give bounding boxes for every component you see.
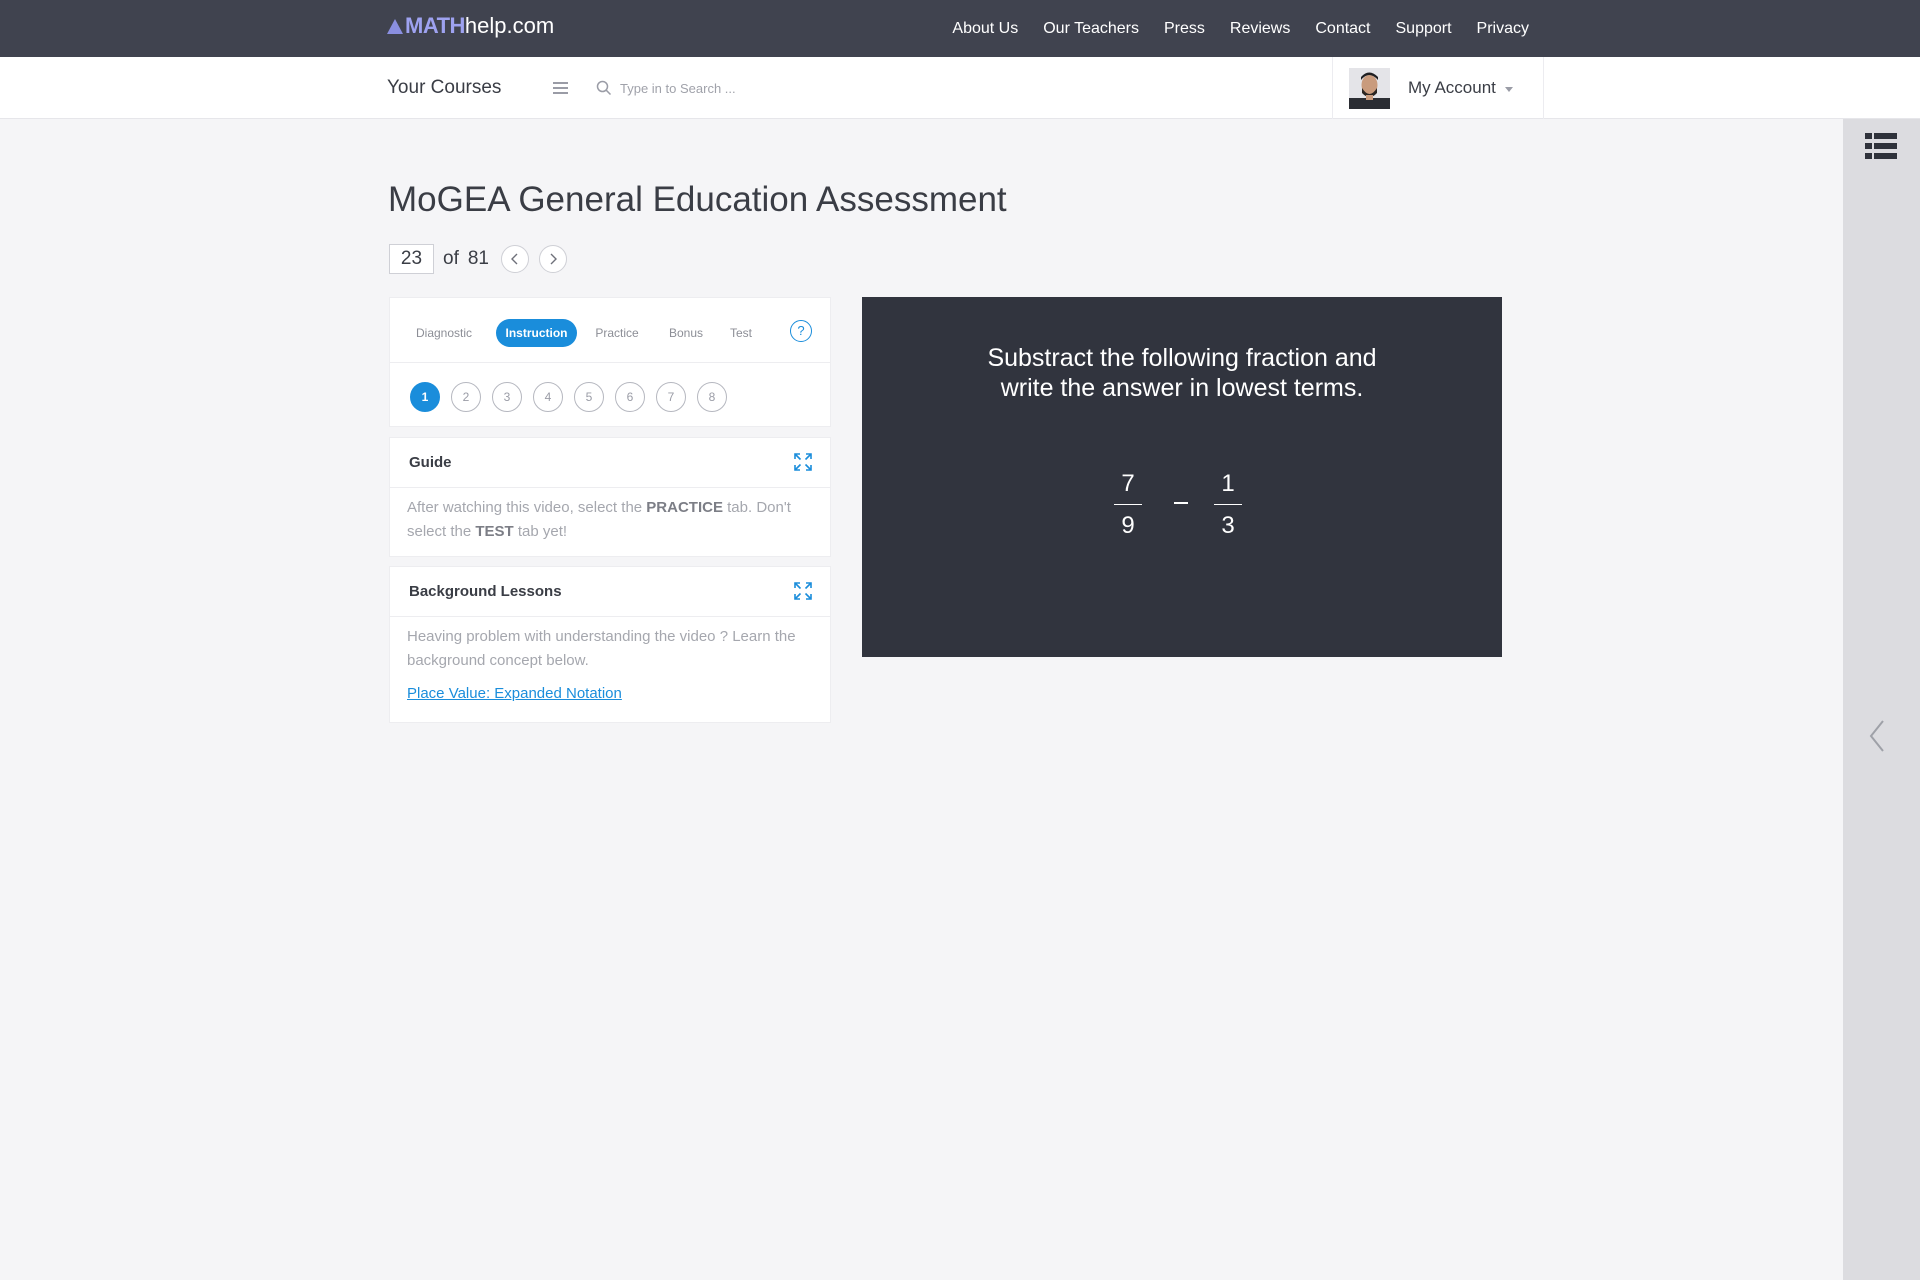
fraction-b: 1 3 [1214,469,1242,541]
my-account-menu[interactable]: My Account [1332,57,1544,119]
current-page-input[interactable]: 23 [389,244,434,274]
top-navbar: MATH help.com About Us Our Teachers Pres… [0,0,1920,57]
chevron-right-icon [550,253,557,265]
nav-about-us[interactable]: About Us [952,20,1018,38]
help-icon[interactable]: ? [790,320,812,342]
background-lessons-text: Heaving problem with understanding the v… [407,628,796,669]
menu-icon[interactable] [553,82,568,94]
step-7-button[interactable]: 7 [656,382,686,412]
background-lessons-header: Background Lessons [390,567,830,617]
your-courses-link[interactable]: Your Courses [387,77,501,99]
page-title: MoGEA General Education Assessment [388,180,1007,219]
tab-bonus[interactable]: Bonus [661,319,711,347]
logo-domain-text: help.com [464,13,555,38]
sub-header: Your Courses My Account [0,57,1920,119]
avatar [1349,67,1390,109]
background-lessons-title: Background Lessons [409,583,562,600]
tab-practice[interactable]: Practice [588,319,646,347]
right-sidebar [1843,119,1920,1280]
video-player[interactable]: Substract the following fraction and wri… [862,297,1502,657]
nav-contact[interactable]: Contact [1315,20,1370,38]
lesson-tabs: Diagnostic Instruction Practice Bonus Te… [390,298,830,363]
nav-privacy[interactable]: Privacy [1477,20,1529,38]
guide-card: Guide After watching this video, select … [389,437,831,557]
list-view-icon[interactable] [1865,133,1897,159]
step-1-button[interactable]: 1 [410,382,440,412]
my-account-label: My Account [1408,78,1496,97]
chevron-down-icon [1504,86,1513,92]
step-8-button[interactable]: 8 [697,382,727,412]
top-nav-links: About Us Our Teachers Press Reviews Cont… [952,0,1529,57]
previous-lesson-button[interactable] [501,245,529,273]
pager-of-label: of [443,248,459,269]
minus-sign [1174,502,1188,504]
step-2-button[interactable]: 2 [451,382,481,412]
tab-test[interactable]: Test [723,319,759,347]
fraction-a: 7 9 [1114,469,1142,541]
tab-instruction[interactable]: Instruction [496,319,577,347]
guide-text: After watching this video, select the PR… [407,499,791,540]
nav-press[interactable]: Press [1164,20,1205,38]
expand-icon[interactable] [794,582,812,600]
pager-total: 81 [467,248,489,269]
chevron-left-icon[interactable] [1869,719,1885,753]
logo-math-text: MATH [405,13,465,38]
nav-support[interactable]: Support [1396,20,1452,38]
search-icon [596,80,612,96]
nav-reviews[interactable]: Reviews [1230,20,1290,38]
expand-icon[interactable] [794,453,812,471]
next-lesson-button[interactable] [539,245,567,273]
chevron-left-icon [511,253,518,265]
mathhelp-logo[interactable]: MATH help.com [387,13,554,39]
background-lessons-card: Background Lessons Heaving problem with … [389,566,831,723]
lesson-pager: 23 of 81 [389,244,567,274]
step-3-button[interactable]: 3 [492,382,522,412]
place-value-lesson-link[interactable]: Place Value: Expanded Notation [407,685,622,702]
logo-triangle-icon [387,18,403,34]
guide-header: Guide [390,438,830,488]
lesson-tabs-card: Diagnostic Instruction Practice Bonus Te… [389,297,831,427]
guide-title: Guide [409,454,452,471]
step-6-button[interactable]: 6 [615,382,645,412]
tab-diagnostic[interactable]: Diagnostic [408,319,480,347]
search-input[interactable] [620,77,920,99]
step-4-button[interactable]: 4 [533,382,563,412]
step-5-button[interactable]: 5 [574,382,604,412]
video-question-text: Substract the following fraction and wri… [987,344,1377,402]
nav-our-teachers[interactable]: Our Teachers [1043,20,1139,38]
